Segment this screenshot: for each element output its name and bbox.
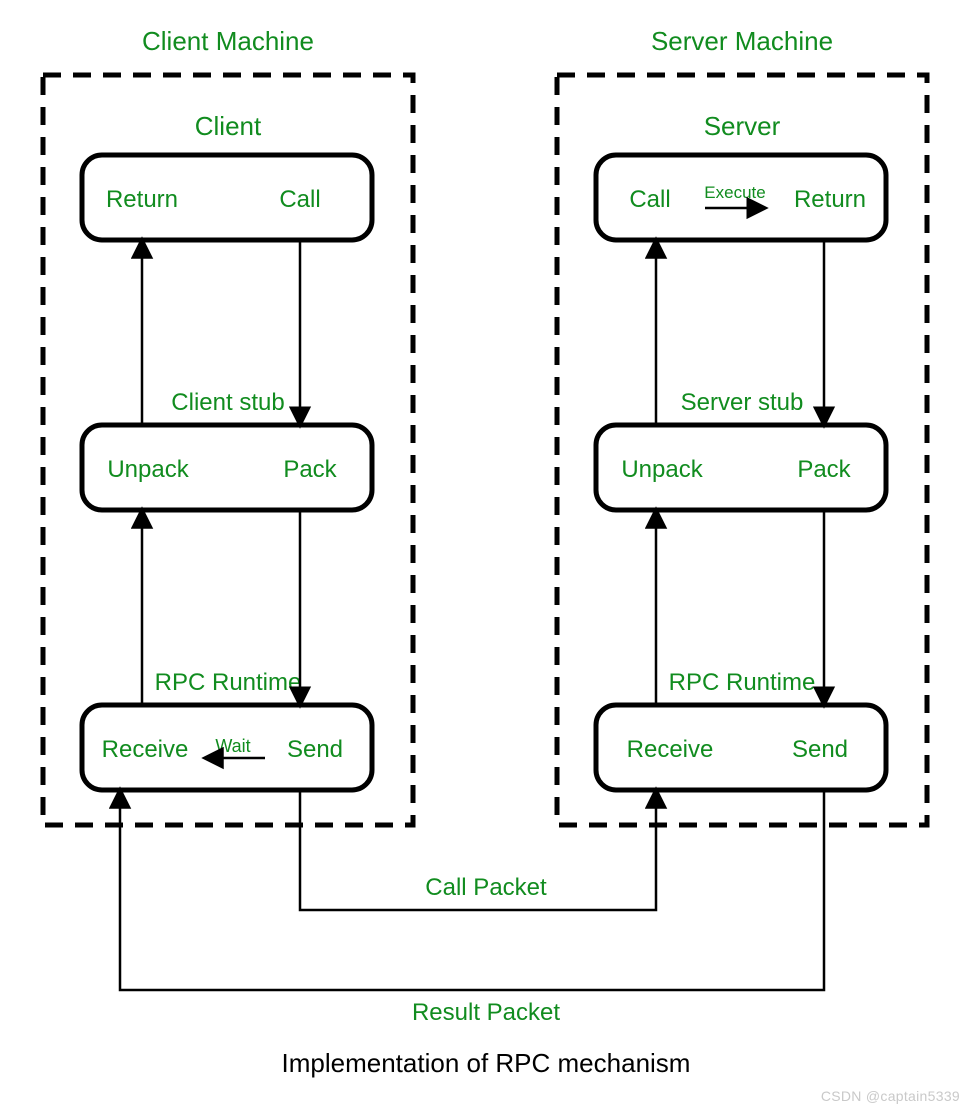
server-stub-unpack: Unpack: [621, 456, 703, 483]
client-call-label: Call: [279, 186, 320, 213]
call-packet-label: Call Packet: [425, 874, 547, 901]
server-call-label: Call: [629, 186, 670, 213]
server-execute-label: Execute: [704, 183, 765, 202]
client-machine-box: [43, 75, 413, 825]
server-machine-title: Server Machine: [651, 26, 833, 56]
server-stub-title: Server stub: [681, 389, 804, 416]
client-runtime-receive: Receive: [102, 736, 189, 763]
client-return-label: Return: [106, 186, 178, 213]
client-machine-title: Client Machine: [142, 26, 314, 56]
client-stub-title: Client stub: [171, 389, 284, 416]
server-runtime-title: RPC Runtime: [669, 669, 816, 696]
diagram-caption: Implementation of RPC mechanism: [282, 1048, 691, 1078]
client-runtime-send: Send: [287, 736, 343, 763]
client-title: Client: [195, 111, 262, 141]
watermark-text: CSDN @captain5339: [821, 1088, 960, 1104]
diagram-canvas: Client Machine Client Return Call Client…: [0, 0, 972, 1112]
server-runtime-receive: Receive: [627, 736, 714, 763]
client-runtime-wait: Wait: [215, 736, 250, 756]
client-runtime-title: RPC Runtime: [155, 669, 302, 696]
server-return-label: Return: [794, 186, 866, 213]
client-stub-unpack: Unpack: [107, 456, 189, 483]
rpc-diagram-svg: Client Machine Client Return Call Client…: [0, 0, 972, 1112]
client-stub-pack: Pack: [283, 456, 337, 483]
server-runtime-send: Send: [792, 736, 848, 763]
result-packet-label: Result Packet: [412, 999, 560, 1026]
server-stub-pack: Pack: [797, 456, 851, 483]
server-title: Server: [704, 111, 781, 141]
